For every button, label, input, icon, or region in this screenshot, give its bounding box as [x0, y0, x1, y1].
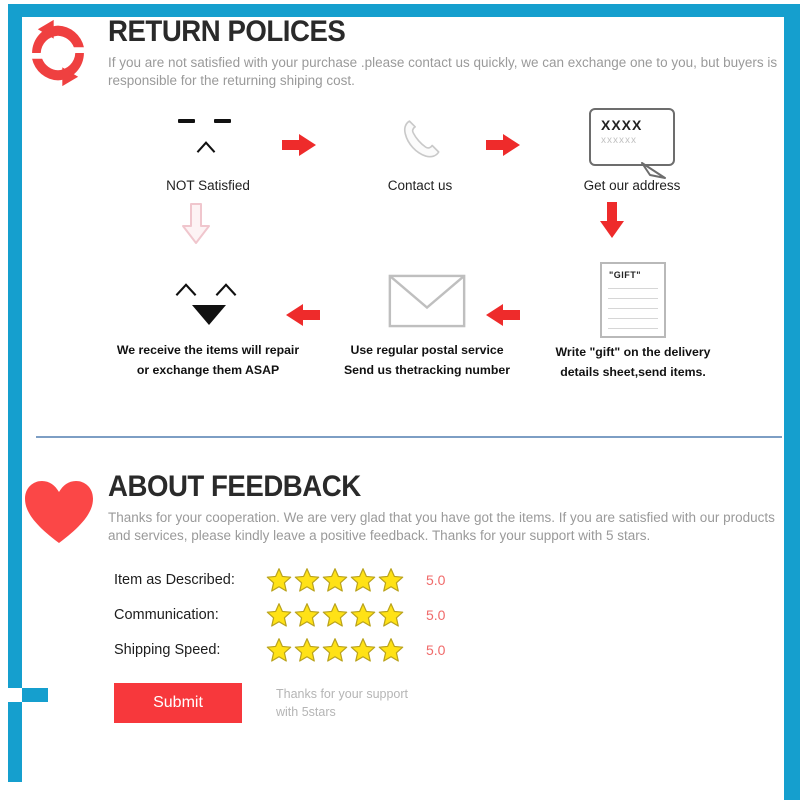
star-icon[interactable]: [294, 637, 320, 663]
arrow-down-solid: [600, 202, 624, 239]
speech-bubble-icon: XXXX xxxxxx: [542, 104, 722, 180]
star-rating-item-as-described[interactable]: [266, 567, 404, 593]
submit-note-line-2: with 5stars: [276, 705, 336, 720]
submit-button[interactable]: Submit: [114, 683, 242, 724]
content-area: RETURN POLICES If you are not satisfied …: [22, 17, 782, 800]
feedback-section: ABOUT FEEDBACK Thanks for your cooperati…: [22, 472, 782, 724]
rating-row: Item as Described: 5.0: [114, 567, 782, 593]
bubble-line-2: xxxxxx: [601, 135, 637, 147]
step-get-address: XXXX xxxxxx Get our address: [542, 104, 722, 196]
star-icon[interactable]: [266, 567, 292, 593]
rating-score: 5.0: [426, 572, 446, 589]
return-section-header: RETURN POLICES If you are not satisfied …: [22, 17, 782, 90]
star-rating-shipping-speed[interactable]: [266, 637, 404, 663]
step-caption: NOT Satisfied: [166, 178, 250, 194]
bubble-line-1: XXXX: [601, 117, 643, 134]
rating-row: Communication: 5.0: [114, 602, 782, 628]
arrow-down-ghost: [179, 202, 213, 251]
rating-label: Shipping Speed:: [114, 642, 221, 659]
submit-row: Submit Thanks for your support with 5sta…: [114, 683, 782, 724]
sad-face-icon: [128, 108, 288, 170]
feedback-section-header: ABOUT FEEDBACK Thanks for your cooperati…: [22, 472, 782, 545]
ratings-list: Item as Described: 5.0 Communication: 5.…: [114, 567, 782, 724]
star-icon[interactable]: [350, 637, 376, 663]
step-contact-us: Contact us: [340, 108, 500, 196]
arrow-right-2: [486, 134, 520, 157]
star-icon[interactable]: [294, 567, 320, 593]
star-icon[interactable]: [378, 567, 404, 593]
star-icon[interactable]: [322, 602, 348, 628]
star-icon[interactable]: [266, 637, 292, 663]
star-icon[interactable]: [350, 567, 376, 593]
arrow-right-1: [282, 134, 316, 157]
page-root: RETURN POLICES If you are not satisfied …: [0, 0, 800, 800]
step-write-gift: "GIFT" Write "gift" on the delivery deta…: [538, 262, 728, 382]
feedback-title: ABOUT FEEDBACK: [108, 470, 361, 503]
happy-face-icon: [108, 274, 308, 336]
document-icon: "GIFT": [538, 262, 728, 339]
return-flow-diagram: NOT Satisfied Contact us XXXX xxxxxx Get…: [22, 104, 782, 404]
rating-row: Shipping Speed: 5.0: [114, 637, 782, 663]
step-caption-line-1: Write "gift" on the delivery: [555, 345, 711, 360]
document-label: "GIFT": [609, 270, 642, 281]
star-icon[interactable]: [294, 602, 320, 628]
step-repair: We receive the items will repair or exch…: [108, 274, 308, 380]
star-icon[interactable]: [378, 637, 404, 663]
feedback-subtitle: Thanks for your cooperation. We are very…: [108, 510, 775, 544]
return-subtitle: If you are not satisfied with your purch…: [108, 55, 778, 89]
rating-score: 5.0: [426, 607, 446, 624]
phone-icon: [340, 108, 500, 170]
step-not-satisfied: NOT Satisfied: [128, 108, 288, 196]
star-icon[interactable]: [350, 602, 376, 628]
step-caption: Get our address: [583, 178, 681, 194]
step-caption-line-1: Use regular postal service: [350, 343, 504, 358]
arrow-left-2: [486, 304, 520, 327]
arrow-left-1: [286, 304, 320, 327]
frame-border-right: [784, 4, 800, 800]
rating-score: 5.0: [426, 642, 446, 659]
page-title: RETURN POLICES: [108, 15, 346, 48]
step-caption-line-2: details sheet,send items.: [560, 365, 706, 380]
step-caption: Contact us: [387, 178, 453, 194]
star-icon[interactable]: [378, 602, 404, 628]
section-divider: [36, 436, 782, 438]
star-rating-communication[interactable]: [266, 602, 404, 628]
heart-icon: [22, 478, 94, 550]
rating-label: Communication:: [114, 607, 219, 624]
star-icon[interactable]: [322, 567, 348, 593]
submit-note-line-1: Thanks for your support: [276, 687, 409, 702]
star-icon[interactable]: [322, 637, 348, 663]
submit-note: Thanks for your support with 5stars: [276, 685, 408, 721]
step-caption-line-2: or exchange them ASAP: [136, 363, 280, 378]
rating-label: Item as Described:: [114, 572, 235, 589]
frame-border-left: [8, 4, 22, 796]
star-icon[interactable]: [266, 602, 292, 628]
step-caption-line-1: We receive the items will repair: [116, 343, 300, 358]
step-caption-line-2: Send us thetracking number: [343, 363, 511, 378]
return-arrows-icon: [22, 17, 94, 89]
